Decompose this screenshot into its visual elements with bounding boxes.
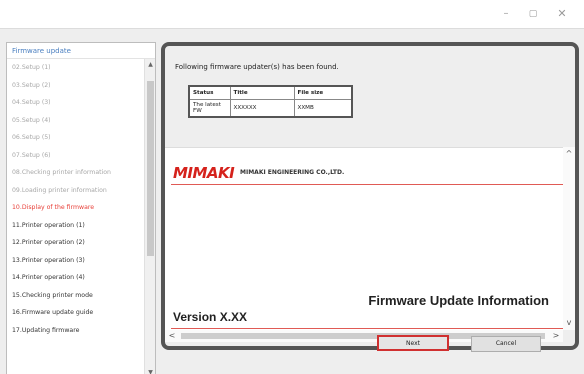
- scroll-up-arrow-icon[interactable]: ▲: [145, 59, 155, 71]
- mimaki-logo: MIMAKI: [173, 164, 235, 182]
- cell-title: XXXXXX: [230, 99, 295, 116]
- sidebar-item-setup-3[interactable]: 04.Setup (3): [7, 94, 145, 112]
- cell-file-size: XXMB: [297, 104, 314, 111]
- cancel-button[interactable]: Cancel: [471, 336, 541, 352]
- sidebar-item-printer-operation-4[interactable]: 14.Printer operation (4): [7, 269, 145, 287]
- updater-found-message: Following firmware updater(s) has been f…: [175, 63, 339, 71]
- step-list[interactable]: 02.Setup (1) 03.Setup (2) 04.Setup (3) 0…: [7, 59, 145, 339]
- document-version: Version X.XX: [173, 310, 248, 324]
- content-panel: Following firmware updater(s) has been f…: [161, 42, 579, 350]
- sidebar-item-setup-5[interactable]: 06.Setup (5): [7, 129, 145, 147]
- scroll-right-arrow-icon[interactable]: >: [549, 330, 563, 342]
- sidebar-item-printer-operation-3[interactable]: 13.Printer operation (3): [7, 252, 145, 270]
- column-header-status: Status: [190, 87, 231, 99]
- scroll-down-arrow-icon[interactable]: ▼: [145, 367, 155, 374]
- minimize-button[interactable]: –: [492, 6, 520, 22]
- maximize-button[interactable]: ▢: [519, 6, 547, 22]
- sidebar-item-setup-1[interactable]: 02.Setup (1): [7, 59, 145, 77]
- document-vertical-scrollbar[interactable]: ^ v: [563, 147, 575, 330]
- column-header-file-size: File size: [297, 90, 324, 97]
- step-sidebar: Firmware update 02.Setup (1) 03.Setup (2…: [6, 42, 156, 374]
- divider: [171, 184, 563, 185]
- sidebar-item-printer-operation-1[interactable]: 11.Printer operation (1): [7, 217, 145, 235]
- sidebar-item-checking-printer-mode[interactable]: 15.Checking printer mode: [7, 287, 145, 305]
- sidebar-item-checking-printer-information[interactable]: 08.Checking printer information: [7, 164, 145, 182]
- sidebar-item-loading-printer-information[interactable]: 09.Loading printer information: [7, 182, 145, 200]
- sidebar-scrollbar[interactable]: ▲ ▼: [144, 59, 155, 374]
- divider: [171, 328, 563, 329]
- scroll-left-arrow-icon[interactable]: <: [165, 330, 179, 342]
- cell-status: The latest FW: [190, 99, 231, 116]
- column-header-title: Title: [230, 87, 295, 99]
- scrollbar-corner: [563, 330, 575, 342]
- scroll-down-arrow-icon[interactable]: v: [563, 316, 575, 330]
- window-client-area: Firmware update 02.Setup (1) 03.Setup (2…: [0, 28, 584, 374]
- close-button[interactable]: ✕: [548, 6, 576, 22]
- table-header-row: Status Title File size: [190, 87, 351, 99]
- company-name: MIMAKI ENGINEERING CO.,LTD.: [240, 169, 345, 176]
- firmware-table: Status Title File size The latest FW XXX…: [188, 85, 353, 118]
- sidebar-item-setup-6[interactable]: 07.Setup (6): [7, 147, 145, 165]
- title-bar: – ▢ ✕: [0, 0, 584, 28]
- scroll-up-arrow-icon[interactable]: ^: [563, 147, 575, 161]
- sidebar-header: Firmware update: [7, 43, 155, 59]
- update-information-document: MIMAKI MIMAKI ENGINEERING CO.,LTD. Firmw…: [165, 147, 563, 330]
- document-heading: Firmware Update Information: [368, 293, 549, 308]
- sidebar-item-firmware-update-guide[interactable]: 16.Firmware update guide: [7, 304, 145, 322]
- sidebar-item-setup-4[interactable]: 05.Setup (4): [7, 112, 145, 130]
- sidebar-scroll-thumb[interactable]: [147, 81, 154, 256]
- table-row[interactable]: The latest FW XXXXXX XXMB: [190, 99, 351, 116]
- sidebar-item-setup-2[interactable]: 03.Setup (2): [7, 77, 145, 95]
- sidebar-item-updating-firmware[interactable]: 17.Updating firmware: [7, 322, 145, 340]
- next-button[interactable]: Next: [377, 335, 449, 351]
- sidebar-item-printer-operation-2[interactable]: 12.Printer operation (2): [7, 234, 145, 252]
- sidebar-item-display-of-firmware[interactable]: 10.Display of the firmware: [7, 199, 145, 217]
